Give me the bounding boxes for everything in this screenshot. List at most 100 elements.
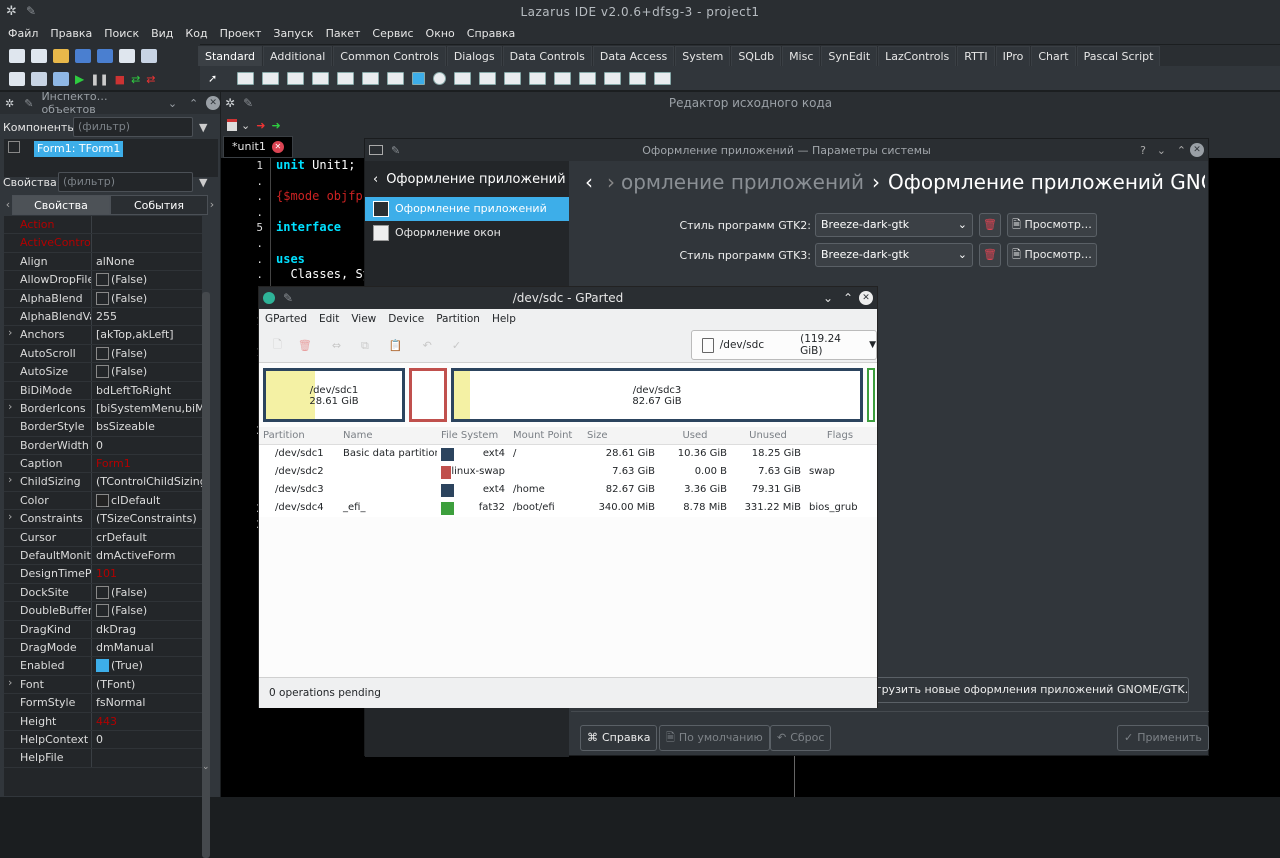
property-value[interactable]: (TControlChildSizing) [92,473,202,490]
apply-button[interactable]: ✓ Применить [1117,725,1209,751]
chevron-down-icon[interactable]: ⌄ [241,119,250,132]
tab-synedit[interactable]: SynEdit [821,46,878,66]
property-row[interactable]: Color clDefault [4,491,202,511]
menu-file[interactable]: Файл [2,24,44,44]
menu-device[interactable]: Device [382,309,430,329]
property-row[interactable]: DesignTimePPI 101 [4,565,202,584]
property-value[interactable] [92,216,202,233]
property-row[interactable]: ›BorderIcons[biSystemMenu,biMinimize] [4,399,202,419]
pin-icon[interactable]: ✎ [24,97,33,110]
device-selector[interactable]: /dev/sdc (119.24 GiB) ▼ [691,330,877,360]
col-filesystem[interactable]: File System [437,427,509,444]
property-value[interactable]: (TFont) [92,676,202,693]
gear-icon[interactable]: ✲ [5,97,14,110]
help-button[interactable]: ⌘ Справка [580,725,658,751]
menu-help[interactable]: Help [486,309,522,329]
chevron-up-icon[interactable]: ⌃ [189,97,198,110]
tab-data-controls[interactable]: Data Controls [502,46,592,66]
view-forms-icon[interactable] [9,72,25,86]
unit-icon[interactable] [227,119,237,131]
property-value[interactable]: crDefault [92,529,202,546]
property-row[interactable]: FormStyle fsNormal [4,694,202,713]
tab-scroll-right[interactable]: › [208,195,216,215]
save-all-icon[interactable] [97,49,113,63]
property-value[interactable]: (False) [92,363,202,380]
property-row[interactable]: Action [4,216,202,235]
sidebar-back[interactable]: ‹ Оформление приложений [365,161,569,197]
menu-run[interactable]: Запуск [267,24,319,44]
table-row[interactable]: /dev/sdc2 linux-swap 7.63 GiB 0.00 B 7.63 Gi… [259,463,877,481]
tpopupmenu-icon[interactable] [262,71,280,85]
col-name[interactable]: Name [339,427,437,444]
view-units-icon[interactable] [141,49,157,63]
tab-rtti[interactable]: RTTI [957,46,995,66]
minimize-icon[interactable]: ⌄ [823,291,833,305]
checkbox[interactable] [96,585,109,599]
property-row[interactable]: DefaultMonitor dmActiveForm [4,547,202,566]
close-icon[interactable]: ✕ [206,96,220,110]
menu-view[interactable]: View [345,309,382,329]
property-row[interactable]: Cursor crDefault [4,528,202,548]
maximize-icon[interactable]: ⌃ [843,291,853,305]
filter-icon[interactable]: ▼ [199,176,207,189]
sidebar-item-window-decorations[interactable]: Оформление окон [365,221,569,245]
copy-icon[interactable]: ⧉ [361,339,369,353]
toggle-form-icon[interactable] [119,49,135,63]
property-value[interactable]: dmActiveForm [92,547,202,564]
map-partition-sdc1[interactable]: /dev/sdc1 28.61 GiB [263,368,405,422]
map-partition-sdc4[interactable] [867,368,875,422]
filter-icon[interactable]: ▼ [199,121,207,134]
property-row[interactable]: DragMode dmManual [4,638,202,658]
property-row[interactable]: › Font (TFont) [4,675,202,695]
tab-common-controls[interactable]: Common Controls [333,46,446,66]
back-arrow-icon[interactable]: ➜ [256,119,265,132]
tlabel-icon[interactable] [312,71,330,85]
property-row[interactable]: AllowDropFiles (False) [4,271,202,290]
close-icon[interactable]: ✕ [859,291,873,305]
menu-package[interactable]: Пакет [320,24,367,44]
property-value[interactable]: clDefault [92,492,202,509]
menu-help[interactable]: Справка [461,24,521,44]
tpanel-icon[interactable] [604,71,622,85]
tab-dialogs[interactable]: Dialogs [446,46,502,66]
back-chevron-icon[interactable]: ‹ [585,170,593,194]
chevron-down-icon[interactable]: ⌄ [168,97,177,110]
property-value[interactable]: bsSizeable [92,418,202,435]
download-styles-button[interactable]: Загрузить новые оформления приложений GN… [855,677,1189,703]
property-row[interactable]: › ChildSizing (TControlChildSizing) [4,473,202,492]
property-value[interactable] [92,234,202,251]
tab-unit1[interactable]: *unit1 ✕ [223,136,293,158]
property-row[interactable]: Caption Form1 [4,455,202,474]
tradiobutton-icon[interactable] [433,71,447,85]
delete-gtk3-button[interactable]: 🗑 [979,243,1001,267]
property-row[interactable]: BorderStyle bsSizeable [4,418,202,437]
property-row[interactable]: HelpFile [4,749,202,768]
col-flags[interactable]: Flags [805,427,875,444]
menu-edit[interactable]: Правка [44,24,98,44]
delete-icon[interactable]: 🗑 [298,339,312,352]
resize-icon[interactable]: ⇔ [332,339,341,352]
property-value[interactable]: [akTop,akLeft] [92,326,202,343]
property-row[interactable]: Height 443 [4,712,202,731]
col-mountpoint[interactable]: Mount Point [509,427,583,444]
property-row[interactable]: Enabled (True) [4,657,202,676]
back-chevron-icon[interactable]: ‹ [373,172,378,187]
property-value[interactable]: dkDrag [92,621,202,638]
tab-standard[interactable]: Standard [198,46,263,66]
tab-sqldb[interactable]: SQLdb [731,46,782,66]
property-row[interactable]: BorderWidth 0 [4,436,202,456]
col-unused[interactable]: Unused [731,427,805,444]
preview-gtk3-button[interactable]: 🗎 Просмотр… [1007,243,1097,267]
open-icon[interactable] [53,49,69,63]
property-value[interactable]: dmManual [92,639,202,656]
tmemo-icon[interactable] [362,71,380,85]
property-row[interactable]: AlphaBlend (False) [4,289,202,308]
property-row[interactable]: HelpContext 0 [4,730,202,750]
tmainmenu-icon[interactable] [237,71,255,85]
property-value[interactable] [92,749,202,766]
property-value[interactable]: (False) [92,290,202,307]
tgroupbox-icon[interactable] [529,71,547,85]
tbutton-icon[interactable] [287,71,305,85]
checkbox[interactable] [96,604,109,618]
forward-chevron-icon[interactable]: › [607,170,615,194]
